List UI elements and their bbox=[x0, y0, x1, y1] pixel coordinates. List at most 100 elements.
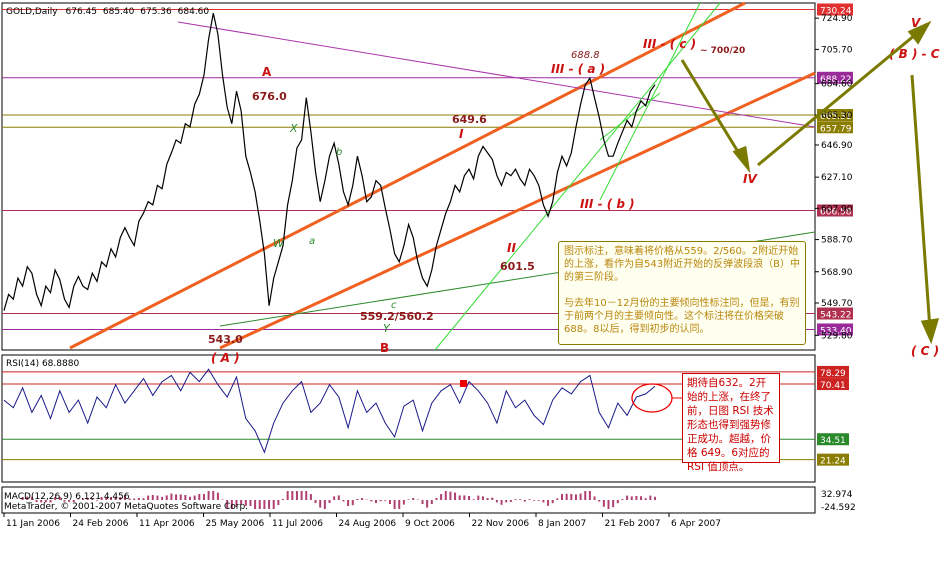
macd-bar bbox=[458, 495, 461, 500]
macd-bar bbox=[500, 500, 503, 505]
level-label-5: 543.22 bbox=[820, 311, 852, 321]
macd-bar bbox=[142, 498, 145, 500]
macd-bar bbox=[407, 499, 410, 500]
macd-bar bbox=[556, 498, 559, 500]
macd-tick-1: -24.592 bbox=[821, 503, 856, 513]
macd-bar bbox=[416, 499, 419, 500]
macd-bar bbox=[574, 494, 577, 500]
macd-bar bbox=[519, 499, 522, 500]
macd-bar bbox=[402, 500, 405, 505]
macd-bar bbox=[254, 500, 257, 509]
macd-bar bbox=[277, 500, 280, 505]
label-B: B bbox=[380, 341, 389, 355]
macd-bar bbox=[412, 498, 415, 500]
macd-bar bbox=[179, 494, 182, 500]
price-tick-10: 529.80 bbox=[821, 331, 853, 341]
gold-daily-chart: 730.24688.22665.31657.79606.58543.22533.… bbox=[1, 1, 940, 529]
x-tick-3: 25 May 2006 bbox=[206, 519, 265, 529]
macd-bar bbox=[463, 495, 466, 500]
macd-bar bbox=[561, 494, 563, 500]
price-tick-6: 607.90 bbox=[821, 204, 853, 214]
macd-bar bbox=[635, 496, 638, 500]
label-b: b bbox=[336, 147, 342, 158]
macd-bar bbox=[481, 496, 484, 500]
macd-bar bbox=[137, 498, 140, 500]
macd-bar bbox=[514, 499, 517, 500]
macd-bar bbox=[430, 500, 433, 504]
chart-title: GOLD,Daily 676.45 685.40 675.36 684.60 bbox=[6, 7, 209, 17]
macd-bar bbox=[444, 491, 447, 500]
rsi-level-label-2: 34.51 bbox=[820, 436, 846, 446]
macd-bar bbox=[588, 491, 591, 500]
macd-bar bbox=[291, 491, 294, 500]
macd-bar bbox=[630, 496, 633, 500]
macd-bar bbox=[547, 500, 550, 506]
macd-bar bbox=[384, 500, 387, 501]
macd-bar bbox=[616, 500, 619, 504]
macd-bar bbox=[202, 494, 205, 500]
label-W: W bbox=[273, 237, 285, 250]
macd-bar bbox=[356, 499, 359, 500]
level-label-3: 657.79 bbox=[820, 124, 852, 134]
macd-bar bbox=[207, 491, 210, 500]
x-tick-4: 11 Jul 2006 bbox=[272, 519, 323, 529]
price-tick-8: 568.90 bbox=[821, 268, 853, 278]
macd-bar bbox=[612, 500, 615, 508]
macd-bar bbox=[398, 500, 401, 509]
macd-bar bbox=[505, 500, 508, 503]
macd-bar bbox=[189, 496, 191, 500]
macd-bar bbox=[584, 491, 587, 500]
macd-bar bbox=[351, 500, 354, 506]
macd-bar bbox=[565, 493, 568, 500]
x-tick-10: 6 Apr 2007 bbox=[671, 519, 721, 529]
macd-bar bbox=[147, 495, 150, 500]
macd-bar bbox=[221, 499, 224, 500]
macd-bar bbox=[537, 500, 540, 501]
macd-bar bbox=[328, 500, 331, 503]
macd-bar bbox=[621, 499, 624, 500]
price-tick-7: 588.70 bbox=[821, 236, 853, 246]
macd-bar bbox=[468, 496, 470, 500]
macd-bar bbox=[495, 500, 498, 503]
macd-bar bbox=[314, 500, 317, 503]
label-a: a bbox=[309, 236, 315, 247]
macd-bar bbox=[263, 500, 266, 509]
macd-bar bbox=[570, 494, 573, 500]
macd-bar bbox=[337, 495, 340, 500]
macd-bar bbox=[282, 499, 284, 500]
x-axis: 11 Jan 2006 24 Feb 2006 11 Apr 2006 25 May … bbox=[3, 513, 721, 529]
label-601-5: 601.5 bbox=[500, 260, 535, 273]
label-paren-C: ( C ) bbox=[911, 344, 939, 358]
macd-bar bbox=[454, 492, 457, 500]
macd-bar bbox=[626, 495, 629, 500]
rsi-top-marker bbox=[460, 380, 467, 387]
macd-bar bbox=[300, 491, 303, 500]
macd-bar bbox=[491, 497, 494, 500]
macd-bar bbox=[393, 500, 396, 509]
macd-tick-0: 32.974 bbox=[821, 490, 853, 500]
x-tick-8: 8 Jan 2007 bbox=[538, 519, 586, 529]
label-III-c: III - ( c ) bbox=[643, 37, 696, 51]
price-tick-9: 549.70 bbox=[821, 299, 853, 309]
label-X: X bbox=[289, 122, 298, 135]
macd-bar bbox=[542, 500, 545, 503]
label-II: II bbox=[507, 241, 516, 255]
macd-bar bbox=[268, 500, 271, 509]
analysis-note-rsi-text: 期待自632。2开始的上涨，在终了前，日图 RSI 技术形态也得到强势修正成功。… bbox=[687, 377, 774, 473]
label-632-2: 632.2 bbox=[598, 221, 627, 232]
macd-bar bbox=[533, 500, 536, 501]
macd-bar bbox=[305, 491, 308, 500]
macd-bar bbox=[165, 495, 168, 500]
macd-bar bbox=[593, 496, 596, 500]
macd-bar bbox=[175, 494, 178, 500]
macd-bar bbox=[528, 499, 531, 500]
macd-bar bbox=[421, 500, 424, 504]
rsi-level-label-0: 78.29 bbox=[820, 369, 846, 379]
macd-bar bbox=[212, 491, 215, 500]
label-688-8: 688.8 bbox=[571, 50, 600, 61]
label-I: I bbox=[459, 127, 464, 141]
x-tick-7: 22 Nov 2006 bbox=[472, 519, 530, 529]
macd-bar bbox=[523, 500, 526, 502]
label-559-560: 559.2/560.2 bbox=[360, 310, 434, 323]
macd-bar bbox=[472, 499, 475, 500]
